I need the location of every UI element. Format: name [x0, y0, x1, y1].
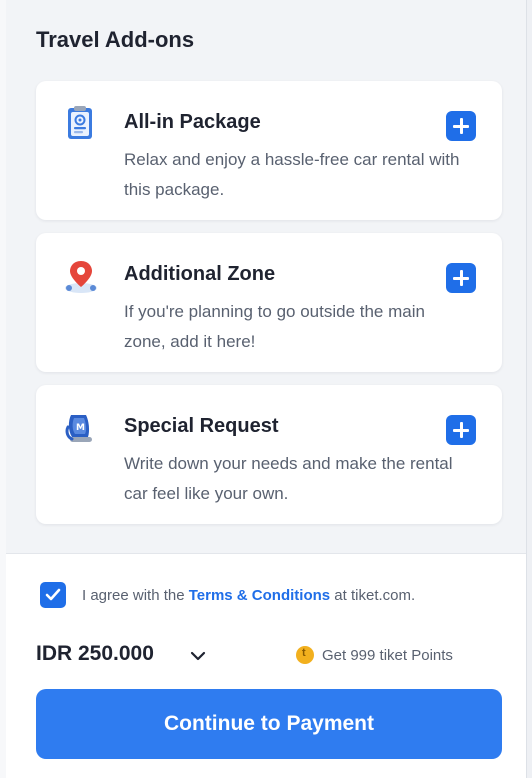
addon-description: Write down your needs and make the renta… — [124, 454, 453, 503]
tiket-points-info: Get 999 tiket Points — [296, 646, 453, 664]
points-label: Get 999 tiket Points — [322, 647, 453, 664]
clipboard-icon — [62, 105, 100, 143]
terms-agreement-text: I agree with the Terms & Conditions at t… — [82, 587, 415, 604]
addon-card-additional-zone[interactable]: Additional Zone If you're planning to go… — [36, 233, 502, 372]
travel-addons-section: Travel Add-ons All-in Package Relax and … — [6, 0, 526, 553]
terms-conditions-link[interactable]: Terms & Conditions — [189, 587, 330, 604]
terms-checkbox[interactable] — [40, 582, 66, 608]
section-title: Travel Add-ons — [36, 27, 195, 52]
addon-title: All-in Package — [124, 111, 261, 133]
addon-card-all-in-package[interactable]: All-in Package Relax and enjoy a hassle-… — [36, 81, 502, 220]
addon-title: Special Request — [124, 415, 279, 437]
addon-title: Additional Zone — [124, 263, 276, 285]
addon-description: Relax and enjoy a hassle-free car rental… — [124, 150, 460, 199]
checkout-footer: I agree with the Terms & Conditions at t… — [6, 553, 526, 778]
price-total[interactable]: IDR 250.000 — [36, 642, 154, 666]
agreement-prefix: I agree with the — [82, 587, 189, 604]
car-seat-icon: M — [62, 409, 100, 447]
map-pin-icon — [62, 257, 100, 295]
right-scrollbar-track — [526, 0, 532, 778]
agreement-suffix: at tiket.com. — [330, 587, 416, 604]
add-special-request-button[interactable] — [446, 415, 476, 445]
addon-description: If you're planning to go outside the mai… — [124, 302, 425, 351]
continue-to-payment-button[interactable]: Continue to Payment — [36, 689, 502, 759]
coin-icon — [296, 646, 314, 664]
svg-text:M: M — [76, 423, 85, 433]
addon-card-special-request[interactable]: M Special Request Write down your needs … — [36, 385, 502, 524]
chevron-down-icon[interactable] — [190, 649, 206, 667]
add-additional-zone-button[interactable] — [446, 263, 476, 293]
add-all-in-package-button[interactable] — [446, 111, 476, 141]
